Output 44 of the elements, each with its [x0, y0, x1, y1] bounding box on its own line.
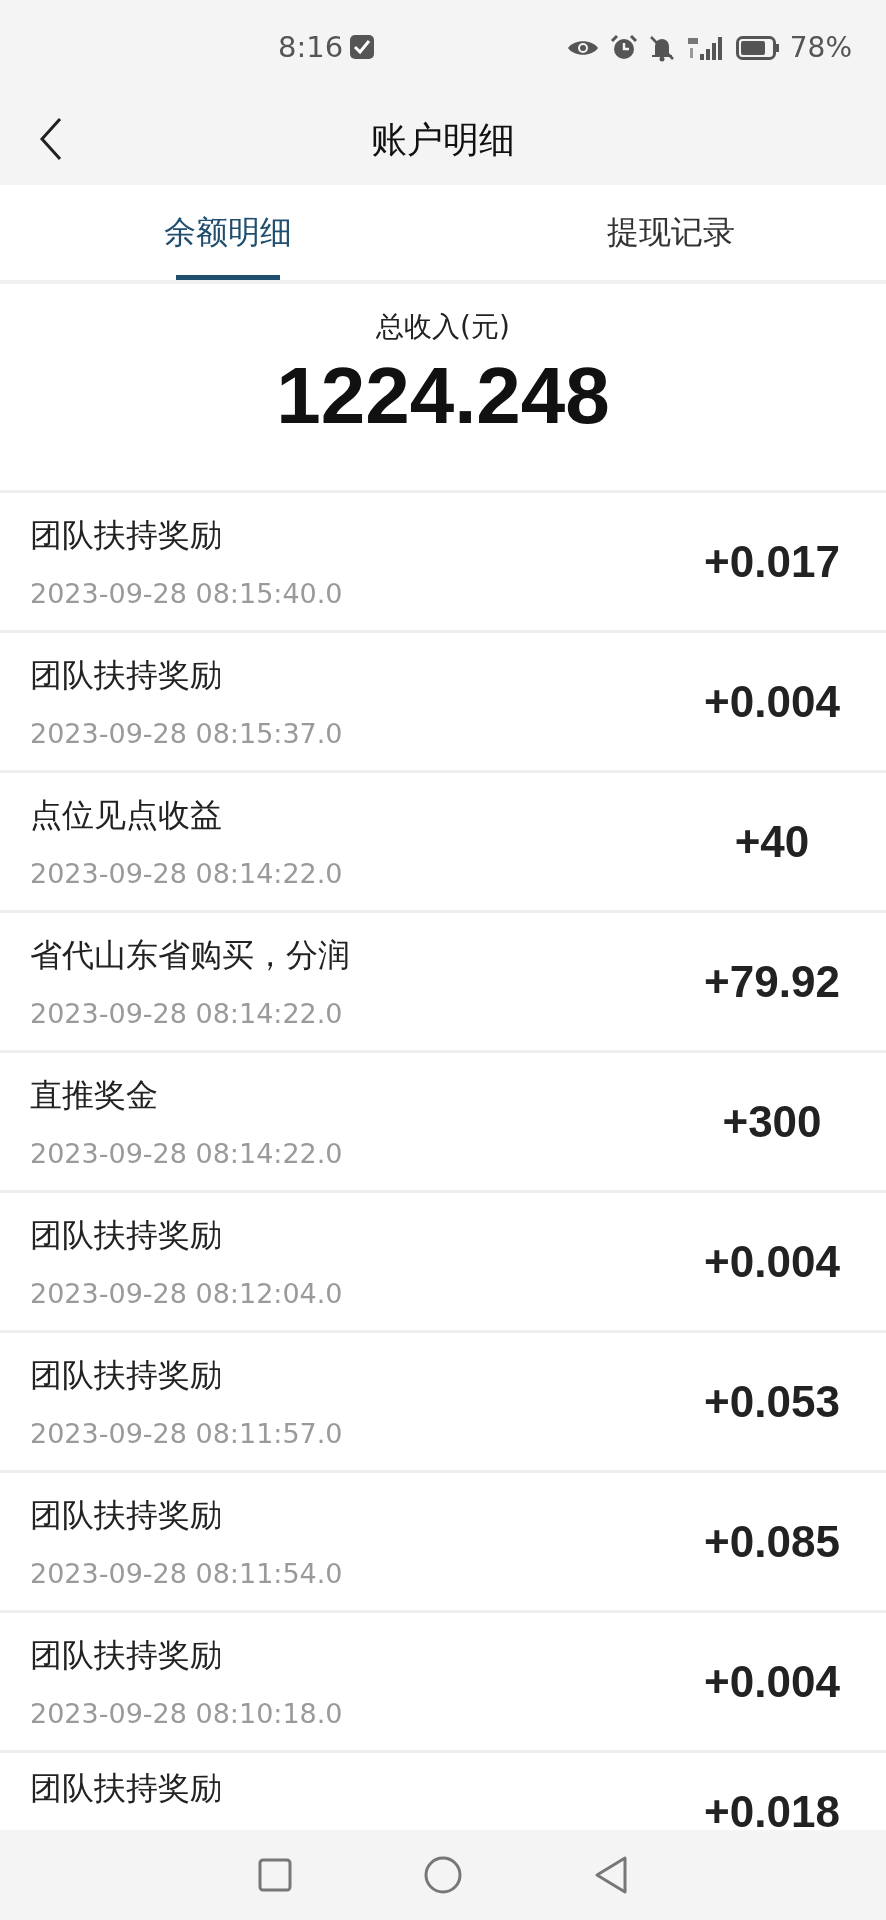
- record-time: 2023-09-28 08:14:22.0: [30, 1138, 343, 1169]
- record-amount: +79.92: [703, 956, 841, 1007]
- tab[interactable]: 提现记录: [456, 185, 886, 280]
- record-time: 2023-09-28 08:15:40.0: [30, 578, 343, 609]
- record-title: 团队扶持奖励: [30, 655, 223, 696]
- total-income-label: 总收入(元): [376, 309, 510, 345]
- record-title: 直推奖金: [30, 1075, 159, 1116]
- home-icon[interactable]: [423, 1855, 463, 1895]
- record-title: 省代山东省购买，分润: [30, 935, 350, 976]
- record-amount: +0.004: [703, 676, 841, 727]
- record-time: 2023-09-28 08:11:57.0: [30, 1418, 343, 1449]
- record-title: 团队扶持奖励: [30, 1215, 223, 1256]
- record-amount: +0.053: [703, 1376, 841, 1427]
- record-title: 团队扶持奖励: [30, 1635, 223, 1676]
- record-amount: +0.085: [703, 1516, 841, 1567]
- record-time: 2023-09-28 08:14:22.0: [30, 858, 343, 889]
- record-time: 2023-09-28 08:15:37.0: [30, 718, 343, 749]
- record-time: 2023-09-28 08:12:04.0: [30, 1278, 343, 1309]
- check-icon: [349, 34, 376, 60]
- record-amount: +40: [733, 816, 811, 867]
- battery-icon: [735, 34, 780, 61]
- total-income-value: 1224.248: [276, 350, 610, 442]
- record-amount: +0.018: [703, 1787, 841, 1830]
- record-title: 点位见点收益: [30, 795, 223, 836]
- record-time: 2023-09-28 08:10:18.0: [30, 1698, 343, 1729]
- back-icon[interactable]: [38, 117, 64, 161]
- record-amount: +0.004: [703, 1656, 841, 1707]
- record-title: 团队扶持奖励: [30, 1355, 223, 1396]
- battery-percent: 78%: [789, 31, 852, 64]
- record-time: 2023-09-28 08:11:54.0: [30, 1558, 343, 1589]
- recent-apps-icon[interactable]: [257, 1857, 293, 1893]
- record-amount: +0.017: [703, 536, 841, 587]
- alarm-icon: [609, 33, 638, 62]
- record-amount: +0.004: [703, 1236, 841, 1287]
- tab[interactable]: 余额明细: [0, 185, 456, 280]
- bell-off-icon: [647, 33, 676, 62]
- status-time: 8:16: [278, 30, 344, 64]
- back-nav-icon[interactable]: [593, 1855, 629, 1895]
- record-title: 团队扶持奖励: [30, 515, 223, 556]
- record-title: 团队扶持奖励: [30, 1495, 223, 1536]
- record-amount: +300: [721, 1096, 823, 1147]
- record-title: 团队扶持奖励: [30, 1768, 222, 1809]
- page-title: 账户明细: [371, 117, 515, 162]
- record-time: 2023-09-28 08:14:22.0: [30, 998, 344, 1029]
